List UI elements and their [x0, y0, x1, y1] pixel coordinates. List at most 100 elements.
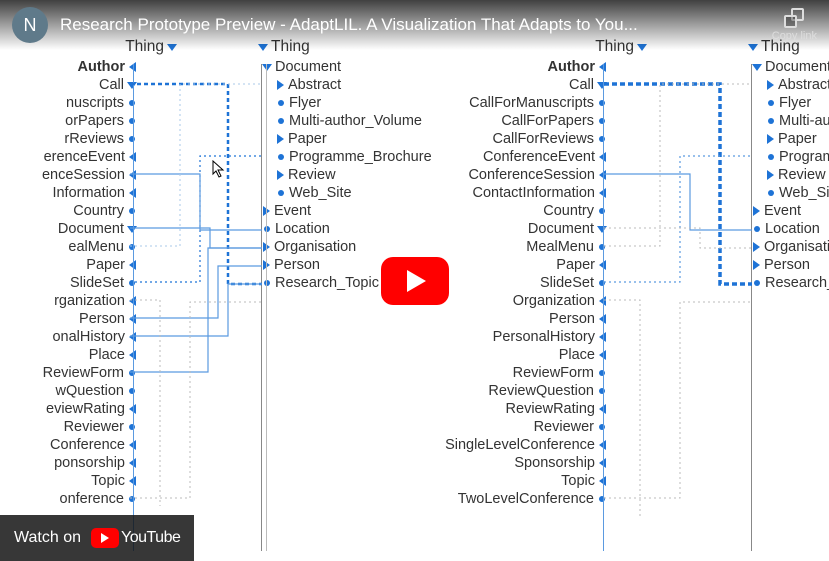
list-item[interactable]: Call — [0, 76, 180, 94]
list-item[interactable]: Document — [440, 220, 650, 238]
list-item[interactable]: Review — [745, 166, 829, 184]
dot-icon — [599, 370, 605, 376]
list-item[interactable]: Programme — [745, 148, 829, 166]
list-item[interactable]: Reviewer — [440, 418, 650, 436]
list-item[interactable]: Person — [440, 310, 650, 328]
list-item[interactable]: CallForPapers — [440, 112, 650, 130]
list-item[interactable]: Person — [745, 256, 829, 274]
list-item[interactable]: Person — [0, 310, 180, 328]
list-item[interactable]: SlideSet — [440, 274, 650, 292]
chevron-right-icon — [277, 134, 284, 144]
list-item[interactable]: ConferenceEvent — [440, 148, 650, 166]
list-item[interactable]: ConferenceSession — [440, 166, 650, 184]
list-item[interactable]: ContactInformation — [440, 184, 650, 202]
list-item[interactable]: Country — [0, 202, 180, 220]
item-label: Programme — [779, 148, 829, 166]
list-item[interactable]: Paper — [745, 130, 829, 148]
chevron-right-icon — [753, 206, 760, 216]
list-item[interactable]: Information — [0, 184, 180, 202]
list-item[interactable]: Place — [0, 346, 180, 364]
list-item[interactable]: Document — [0, 220, 180, 238]
item-label: Location — [275, 220, 330, 238]
list-item[interactable]: Document — [745, 58, 829, 76]
list-item[interactable]: Paper — [440, 256, 650, 274]
list-item[interactable]: Country — [440, 202, 650, 220]
dot-icon — [129, 370, 135, 376]
list-item[interactable]: Web_Site — [745, 184, 829, 202]
list-item[interactable]: orPapers — [0, 112, 180, 130]
youtube-text: YouTube — [121, 529, 180, 547]
dot-icon — [599, 100, 605, 106]
list-item[interactable]: TwoLevelConference — [440, 490, 650, 508]
list-item[interactable]: Location — [255, 220, 435, 238]
list-item[interactable]: Event — [745, 202, 829, 220]
list-item[interactable]: Conference — [0, 436, 180, 454]
list-item[interactable]: nuscripts — [0, 94, 180, 112]
list-item[interactable]: Flyer — [255, 94, 435, 112]
list-item[interactable]: Research_Topi — [745, 274, 829, 292]
list-item[interactable]: ealMenu — [0, 238, 180, 256]
list-item[interactable]: Paper — [0, 256, 180, 274]
list-item[interactable]: Review — [255, 166, 435, 184]
list-item[interactable]: rganization — [0, 292, 180, 310]
item-label: Place — [89, 346, 125, 364]
dot-icon — [129, 100, 135, 106]
list-item[interactable]: erenceEvent — [0, 148, 180, 166]
dot-icon — [599, 280, 605, 286]
list-item[interactable]: onference — [0, 490, 180, 508]
list-item[interactable]: Place — [440, 346, 650, 364]
chevron-right-icon — [753, 242, 760, 252]
list-item[interactable]: ReviewForm — [0, 364, 180, 382]
list-item[interactable]: ReviewForm — [440, 364, 650, 382]
list-item[interactable]: Author — [0, 58, 180, 76]
play-button[interactable] — [381, 257, 449, 305]
dot-icon — [129, 388, 135, 394]
list-item[interactable]: Abstract — [745, 76, 829, 94]
item-label: ConferenceSession — [468, 166, 595, 184]
list-item[interactable]: ReviewRating — [440, 400, 650, 418]
list-item[interactable]: Topic — [440, 472, 650, 490]
list-item[interactable]: Programme_Brochure — [255, 148, 435, 166]
list-item[interactable]: SlideSet — [0, 274, 180, 292]
list-item[interactable]: enceSession — [0, 166, 180, 184]
list-item[interactable]: Document — [255, 58, 435, 76]
item-label: Event — [764, 202, 801, 220]
list-item[interactable]: MealMenu — [440, 238, 650, 256]
dot-icon — [129, 280, 135, 286]
list-item[interactable]: Reviewer — [0, 418, 180, 436]
list-item[interactable]: ReviewQuestion — [440, 382, 650, 400]
list-item[interactable]: eviewRating — [0, 400, 180, 418]
list-item[interactable]: SingleLevelConference — [440, 436, 650, 454]
item-label: SlideSet — [540, 274, 594, 292]
list-item[interactable]: Call — [440, 76, 650, 94]
list-item[interactable]: Multi-autho — [745, 112, 829, 130]
watch-on-youtube-button[interactable]: Watch on YouTube — [0, 515, 194, 561]
list-item[interactable]: Sponsorship — [440, 454, 650, 472]
list-item[interactable]: Organisation — [255, 238, 435, 256]
list-item[interactable]: rReviews — [0, 130, 180, 148]
chevron-down-icon — [752, 64, 762, 71]
list-item[interactable]: Topic — [0, 472, 180, 490]
list-item[interactable]: Flyer — [745, 94, 829, 112]
item-label: SingleLevelConference — [445, 436, 595, 454]
list-item[interactable]: Event — [255, 202, 435, 220]
list-item[interactable]: CallForManuscripts — [440, 94, 650, 112]
list-item[interactable]: CallForReviews — [440, 130, 650, 148]
chevron-down-icon — [597, 82, 607, 89]
list-item[interactable]: Paper — [255, 130, 435, 148]
channel-avatar[interactable]: N — [12, 7, 48, 43]
list-item[interactable]: onalHistory — [0, 328, 180, 346]
copy-link-button[interactable]: Copy link — [772, 8, 817, 42]
list-item[interactable]: ponsorship — [0, 454, 180, 472]
list-item[interactable]: PersonalHistory — [440, 328, 650, 346]
list-item[interactable]: Web_Site — [255, 184, 435, 202]
list-item[interactable]: Organization — [440, 292, 650, 310]
list-item[interactable]: Organisation — [745, 238, 829, 256]
list-item[interactable]: Abstract — [255, 76, 435, 94]
list-item[interactable]: Author — [440, 58, 650, 76]
list-item[interactable]: Location — [745, 220, 829, 238]
list-item[interactable]: wQuestion — [0, 382, 180, 400]
video-title[interactable]: Research Prototype Preview - AdaptLIL. A… — [60, 15, 772, 35]
chevron-down-icon — [127, 82, 137, 89]
list-item[interactable]: Multi-author_Volume — [255, 112, 435, 130]
